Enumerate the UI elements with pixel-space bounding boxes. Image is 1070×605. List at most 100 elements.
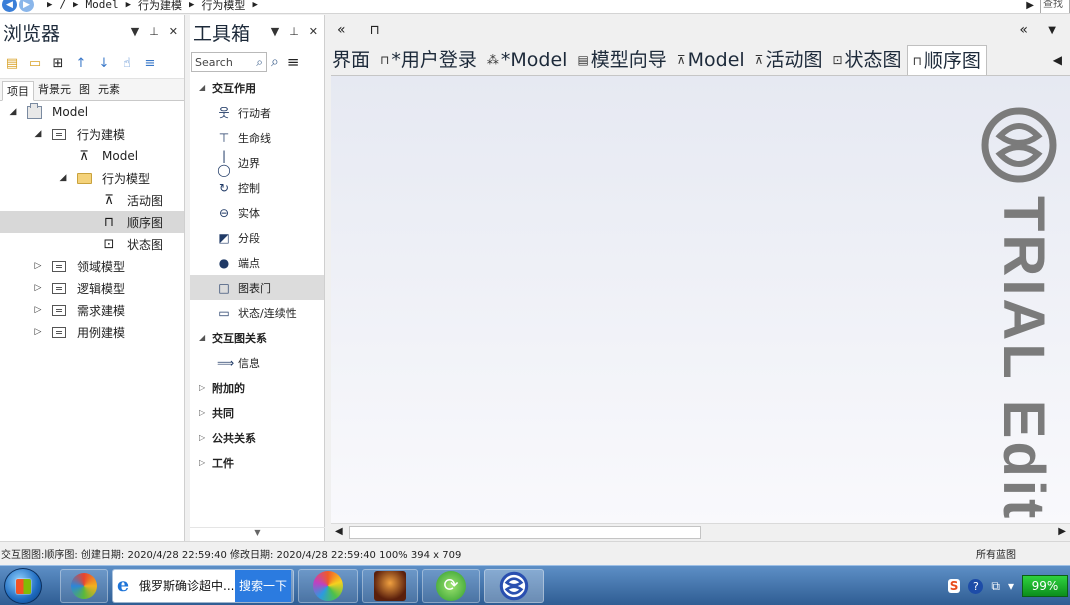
tree-item[interactable]: ◢ 行为模型 bbox=[0, 167, 184, 189]
diagram-tab[interactable]: ⊓ 顺序图 bbox=[906, 45, 987, 75]
move-down-icon[interactable]: ↓ bbox=[96, 56, 112, 72]
breadcrumb-item[interactable]: / bbox=[59, 0, 66, 11]
toolbox-item[interactable]: ⊤ 生命线 bbox=[190, 125, 324, 150]
tab-project[interactable]: 项目 bbox=[2, 81, 34, 101]
menu-icon[interactable]: ≡ bbox=[287, 53, 300, 71]
back-icon[interactable]: ◀ bbox=[2, 0, 17, 12]
tree-item[interactable]: ▷ 领域模型 bbox=[0, 255, 184, 277]
scroll-right-icon[interactable]: ▶ bbox=[1058, 526, 1066, 537]
tab-scroll-left-icon[interactable]: ◀ bbox=[1053, 53, 1062, 67]
diagram-tab[interactable]: ⊓ *用户登录 bbox=[375, 45, 482, 75]
breadcrumb-item[interactable]: 行为建模 bbox=[138, 0, 182, 13]
close-icon[interactable]: ✕ bbox=[309, 25, 318, 38]
expanded-arrow-icon[interactable]: ◢ bbox=[8, 107, 18, 117]
collapsed-arrow-icon[interactable]: ▷ bbox=[199, 408, 205, 417]
start-button[interactable] bbox=[4, 568, 42, 604]
tab-diagram[interactable]: 图 bbox=[75, 80, 94, 100]
find-dropdown-icon[interactable]: ▶ bbox=[1026, 0, 1034, 11]
toolbox-section[interactable]: ◢ 交互图关系 bbox=[190, 325, 324, 350]
toolbox-section[interactable]: ◢ 交互作用 bbox=[190, 75, 324, 100]
collapsed-arrow-icon[interactable]: ▷ bbox=[199, 383, 205, 392]
diagram-tab[interactable]: ⊡ 状态图 bbox=[827, 45, 906, 75]
toolbox-item[interactable]: ⟹ 信息 bbox=[190, 350, 324, 375]
breadcrumb-item[interactable]: 行为模型 bbox=[201, 0, 245, 13]
tree-item[interactable]: ⊼ 活动图 bbox=[0, 189, 184, 211]
locate-icon[interactable]: ☝ bbox=[119, 56, 135, 72]
move-up-icon[interactable]: ↑ bbox=[73, 56, 89, 72]
new-diagram-icon[interactable]: ⊞ bbox=[50, 56, 66, 72]
expanded-arrow-icon[interactable]: ◢ bbox=[199, 333, 205, 342]
tab-elements[interactable]: 元素 bbox=[94, 80, 124, 100]
taskbar-search-button[interactable]: 搜索一下 bbox=[235, 570, 292, 602]
collapsed-arrow-icon[interactable]: ▷ bbox=[199, 458, 205, 467]
panel-menu-icon[interactable]: ▼ bbox=[131, 25, 139, 38]
taskbar-app-ea[interactable] bbox=[484, 569, 544, 603]
collapsed-arrow-icon[interactable]: ▷ bbox=[33, 305, 43, 315]
panel-menu-icon[interactable]: ▼ bbox=[271, 25, 279, 38]
toolbox-section[interactable]: ▷ 附加的 bbox=[190, 375, 324, 400]
help-icon[interactable]: ? bbox=[968, 578, 984, 594]
collapse-left-icon[interactable]: « bbox=[337, 22, 346, 38]
diagram-tab[interactable]: ⁂ *Model bbox=[482, 45, 573, 75]
toolbox-search-input[interactable]: Search ⌕ bbox=[191, 52, 267, 72]
taskbar-app-colorful[interactable] bbox=[60, 569, 108, 603]
collapsed-arrow-icon[interactable]: ▷ bbox=[33, 283, 43, 293]
sogou-icon[interactable]: S bbox=[947, 579, 961, 593]
toolbox-panel: 工具箱 ▼ ⊥ ✕ Search ⌕ ⌕ ≡ ◢ 交互作用 웃 行动者 ⊤ 生命线 |◯ 边界… bbox=[190, 15, 325, 541]
taskbar-ie-window[interactable]: e 俄罗斯确诊超中... 搜索一下 bbox=[112, 569, 294, 603]
tree-item[interactable]: ▷ 逻辑模型 bbox=[0, 277, 184, 299]
tree-item[interactable]: ⊼ Model bbox=[0, 145, 184, 167]
breadcrumb-item[interactable]: Model bbox=[85, 0, 118, 11]
toolbox-item[interactable]: ● 端点 bbox=[190, 250, 324, 275]
collapsed-arrow-icon[interactable]: ▷ bbox=[33, 261, 43, 271]
toolbox-item[interactable]: |◯ 边界 bbox=[190, 149, 324, 177]
diagram-tab[interactable]: ▤ 模型向导 bbox=[572, 45, 671, 75]
new-folder-icon[interactable]: ▭ bbox=[27, 56, 43, 72]
diagram-tab[interactable]: ⊼ 活动图 bbox=[750, 45, 828, 75]
pin-icon[interactable]: ⊥ bbox=[149, 25, 159, 38]
toolbox-item[interactable]: ◩ 分段 bbox=[190, 225, 324, 250]
toolbox-item[interactable]: ⊖ 实体 bbox=[190, 200, 324, 225]
tab-context[interactable]: 背景元 bbox=[34, 80, 75, 100]
taskbar-app-green[interactable]: ⟳ bbox=[422, 569, 480, 603]
diagram-tab[interactable]: ⊼ Model bbox=[672, 45, 750, 75]
chevron-down-icon[interactable]: ▾ bbox=[1008, 579, 1014, 593]
expanded-arrow-icon[interactable]: ◢ bbox=[199, 83, 205, 92]
find-input[interactable]: 查找 bbox=[1040, 0, 1070, 13]
toolbox-item[interactable]: □ 图表门 bbox=[190, 275, 324, 300]
tree-item[interactable]: ◢ Model bbox=[0, 101, 184, 123]
toolbox-item[interactable]: ↻ 控制 bbox=[190, 175, 324, 200]
scroll-thumb[interactable] bbox=[349, 526, 701, 539]
diagram-canvas[interactable]: TRIAL Editi bbox=[331, 75, 1070, 523]
scroll-left-icon[interactable]: ◀ bbox=[335, 526, 343, 537]
close-icon[interactable]: ✕ bbox=[169, 25, 178, 38]
forward-icon[interactable]: ▶ bbox=[19, 0, 34, 12]
diagram-tab[interactable]: 界面 bbox=[331, 45, 375, 75]
scroll-down-icon[interactable]: ▼ bbox=[190, 527, 325, 541]
taskbar-app-game[interactable] bbox=[362, 569, 418, 603]
menu-list-icon[interactable]: ≡ bbox=[142, 56, 158, 72]
battery-indicator[interactable]: 99% bbox=[1022, 575, 1068, 597]
restore-icon[interactable]: ⧉ bbox=[991, 579, 1000, 594]
expanded-arrow-icon[interactable]: ◢ bbox=[58, 173, 68, 183]
toolbox-section[interactable]: ▷ 共同 bbox=[190, 400, 324, 425]
toolbox-item[interactable]: 웃 行动者 bbox=[190, 100, 324, 125]
expanded-arrow-icon[interactable]: ◢ bbox=[33, 129, 43, 139]
tree-item[interactable]: ⊡ 状态图 bbox=[0, 233, 184, 255]
collapse-right-icon[interactable]: « bbox=[1019, 22, 1028, 38]
collapsed-arrow-icon[interactable]: ▷ bbox=[199, 433, 205, 442]
tree-item[interactable]: ◢ 行为建模 bbox=[0, 123, 184, 145]
tab-list-dropdown-icon[interactable]: ▼ bbox=[1048, 25, 1056, 36]
tree-item[interactable]: ⊓ 顺序图 bbox=[0, 211, 184, 233]
horizontal-scrollbar[interactable]: ◀ ▶ bbox=[331, 523, 1070, 541]
toolbox-item[interactable]: ▭ 状态/连续性 bbox=[190, 300, 324, 325]
collapsed-arrow-icon[interactable]: ▷ bbox=[33, 327, 43, 337]
toolbox-section[interactable]: ▷ 工件 bbox=[190, 450, 324, 475]
tree-item[interactable]: ▷ 需求建模 bbox=[0, 299, 184, 321]
new-package-icon[interactable]: ▤ bbox=[4, 56, 20, 72]
find-icon[interactable]: ⌕ bbox=[271, 54, 279, 70]
pin-icon[interactable]: ⊥ bbox=[289, 25, 299, 38]
taskbar-app-360[interactable] bbox=[298, 569, 358, 603]
tree-item[interactable]: ▷ 用例建模 bbox=[0, 321, 184, 343]
toolbox-section[interactable]: ▷ 公共关系 bbox=[190, 425, 324, 450]
